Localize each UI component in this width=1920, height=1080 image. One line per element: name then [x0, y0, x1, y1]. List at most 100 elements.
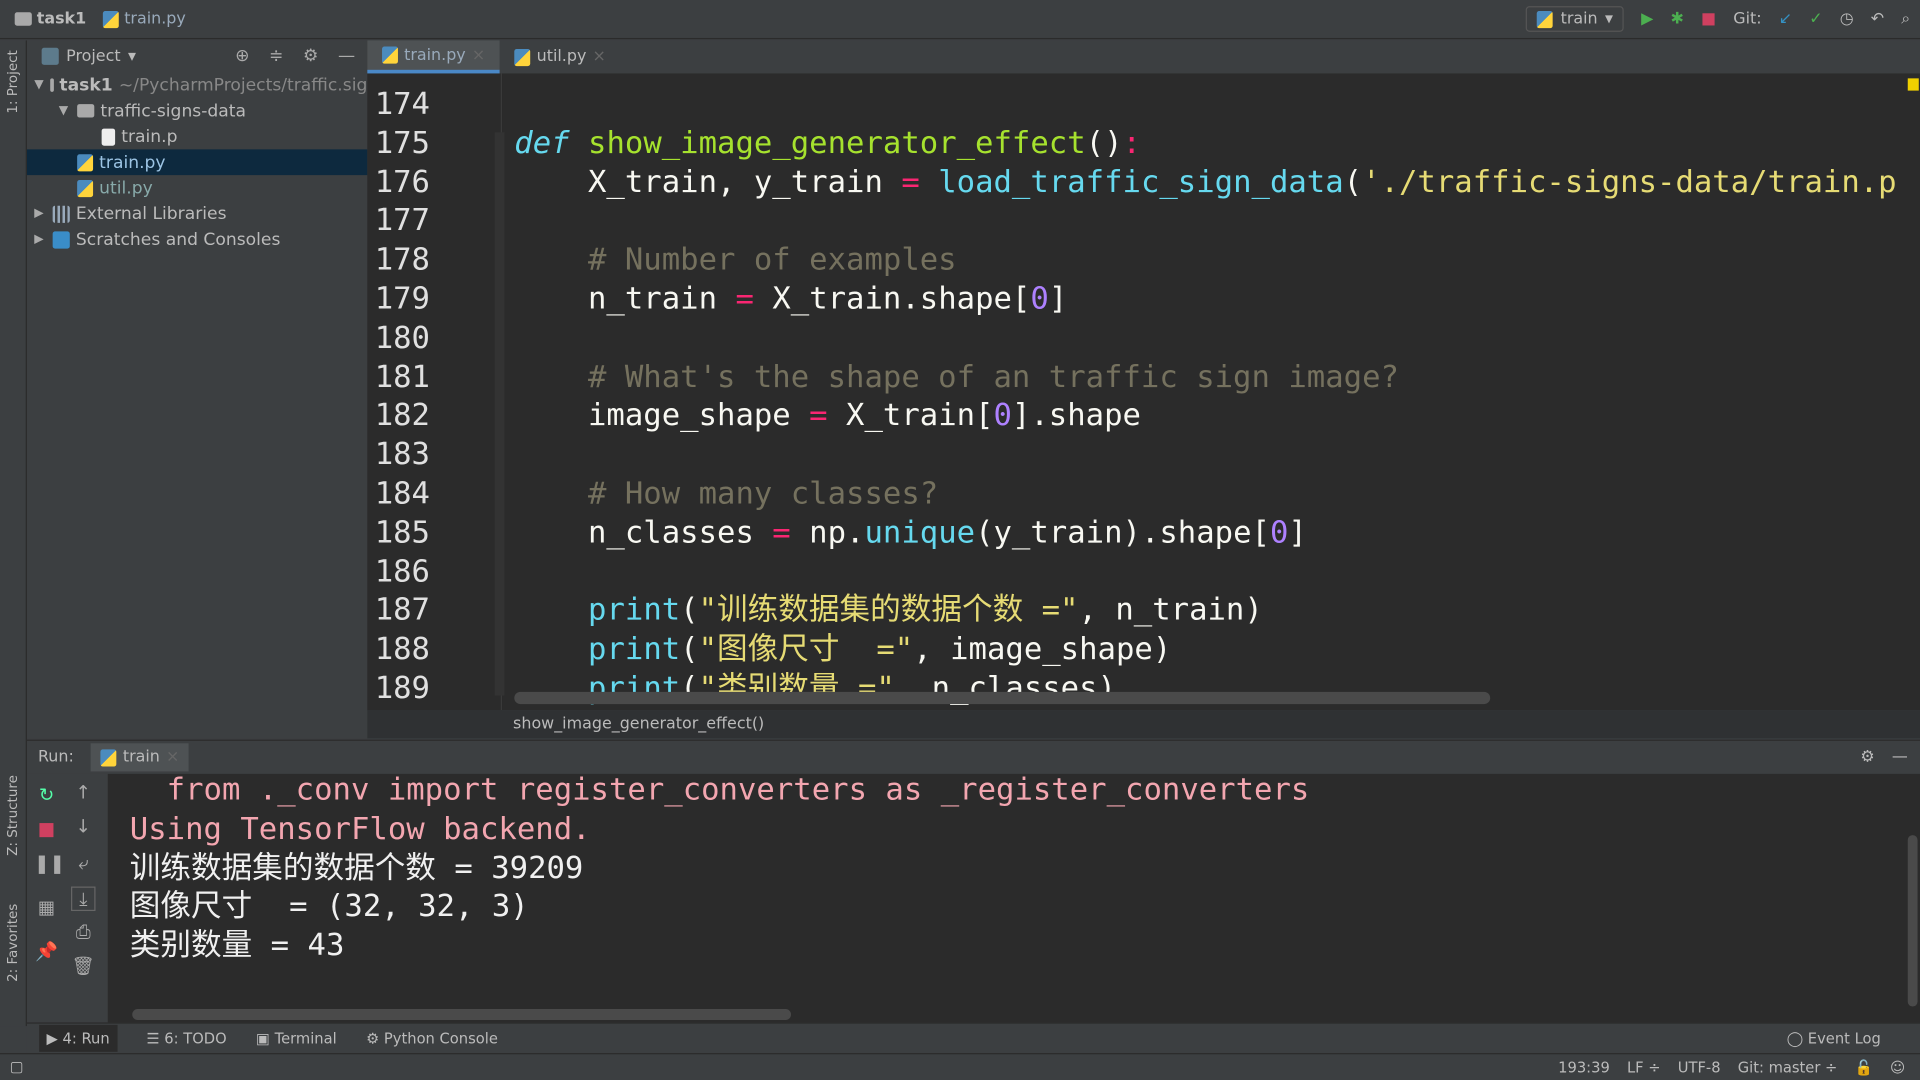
python-console-tool-button[interactable]: ⚙ Python Console: [366, 1030, 498, 1047]
scratch-icon: [52, 230, 70, 248]
editor-breadcrumb[interactable]: show_image_generator_effect(): [367, 710, 1920, 739]
soft-wrap-icon[interactable]: ⤶: [71, 852, 95, 874]
main-toolbar: train ▾ ▶ ✱ ■ Git: ↙ ✓ ◷ ↶ ⌕: [1526, 6, 1910, 32]
hide-icon[interactable]: —: [1892, 748, 1908, 766]
terminal-tool-button[interactable]: ▣ Terminal: [256, 1030, 337, 1047]
rerun-icon[interactable]: ↻: [34, 784, 58, 806]
code-token: ]: [1048, 280, 1068, 316]
project-panel-header: Project ▾ ⊕ ≑ ⚙ —: [27, 40, 367, 72]
title-bar: task1 train.py train ▾ ▶ ✱ ■ Git: ↙ ✓ ◷ ↶…: [0, 0, 1920, 40]
code-line[interactable]: # Number of examples: [514, 240, 957, 279]
code-line[interactable]: print("图像尺寸 =", image_shape): [514, 630, 1171, 669]
code-token: :: [1122, 124, 1141, 161]
tab-label: util.py: [536, 47, 587, 67]
inspector-icon[interactable]: ☺: [1890, 1059, 1905, 1076]
todo-tool-button[interactable]: ☰ 6: TODO: [146, 1030, 226, 1047]
search-icon[interactable]: ⌕: [1901, 10, 1910, 28]
tree-item-label: traffic-signs-data: [100, 101, 247, 121]
event-log-button[interactable]: ◯ Event Log: [1787, 1030, 1881, 1047]
tree-item[interactable]: util.py: [27, 175, 367, 201]
nav-file[interactable]: train.py: [124, 10, 186, 28]
tree-item[interactable]: train.py: [26, 149, 368, 176]
revert-button[interactable]: ↶: [1871, 10, 1884, 28]
scroll-to-end-icon[interactable]: ⤓: [71, 886, 96, 912]
code-token: (y_train).shape[: [975, 514, 1270, 550]
project-view-select[interactable]: Project: [66, 47, 120, 65]
tree-item[interactable]: ▶ External Libraries: [27, 201, 367, 227]
line-number: 189: [374, 669, 430, 706]
stop-icon[interactable]: ■: [34, 818, 58, 840]
structure-tool-button[interactable]: Z: Structure: [5, 775, 21, 856]
hide-icon[interactable]: —: [338, 47, 355, 67]
line-number: 179: [374, 280, 430, 316]
lock-icon[interactable]: 🔓: [1855, 1059, 1873, 1076]
git-commit-button[interactable]: ✓: [1809, 10, 1822, 28]
cursor-position[interactable]: 193:39: [1558, 1059, 1610, 1076]
code-line[interactable]: # What's the shape of an traffic sign im…: [514, 357, 1399, 396]
stop-button[interactable]: ■: [1701, 10, 1716, 28]
code-line[interactable]: n_classes = np.unique(y_train).shape[0]: [514, 513, 1307, 552]
tree-item[interactable]: train.p: [27, 124, 367, 150]
tab-util-py[interactable]: util.py ×: [500, 40, 621, 73]
toggle-tool-windows-icon[interactable]: ▢: [10, 1058, 24, 1075]
tab-train-py[interactable]: train.py ×: [367, 40, 500, 74]
project-tree: ▼ task1 ~/PycharmProjects/traffic.sig ▼ traf…: [26, 72, 368, 253]
line-separator[interactable]: LF ÷: [1627, 1059, 1661, 1076]
run-tool-button[interactable]: ▶ 4: Run: [39, 1024, 118, 1052]
tree-item[interactable]: ▶ Scratches and Consoles: [27, 227, 367, 253]
favorites-tool-button[interactable]: 2: Favorites: [5, 904, 21, 982]
code-line[interactable]: print("训练数据集的数据个数 =", n_train): [514, 591, 1263, 630]
layout-icon[interactable]: ▦: [34, 896, 58, 918]
code-line[interactable]: image_shape = X_train[0].shape: [514, 396, 1141, 435]
code-editor[interactable]: 174 175 def show_image_generator_effect():…: [367, 73, 1920, 711]
editor-horizontal-scrollbar[interactable]: [514, 691, 1491, 705]
trash-icon[interactable]: 🗑: [71, 955, 95, 977]
gear-icon[interactable]: ⚙: [303, 47, 318, 67]
locate-icon[interactable]: ⊕: [235, 47, 249, 67]
code-line[interactable]: n_train = X_train.shape[0]: [514, 279, 1067, 318]
tool-window-bar: ▶ 4: Run ☰ 6: TODO ▣ Terminal ⚙ Python C…: [26, 1022, 1920, 1054]
close-icon[interactable]: ×: [166, 748, 179, 766]
run-config-select[interactable]: train ▾: [1526, 6, 1625, 32]
pin-icon[interactable]: 📌: [34, 940, 58, 962]
line-number: 181: [374, 358, 430, 394]
up-arrow-icon[interactable]: ↑: [71, 781, 95, 803]
file-encoding[interactable]: UTF-8: [1678, 1059, 1721, 1076]
pause-icon[interactable]: ❚❚: [34, 852, 65, 874]
tree-item-label: Scratches and Consoles: [75, 229, 281, 250]
close-icon[interactable]: ×: [472, 46, 485, 64]
nav-project[interactable]: task1: [37, 10, 86, 28]
expanded-arrow-icon[interactable]: ▼: [59, 104, 71, 117]
project-view-icon: [41, 47, 59, 65]
code-token: # Number of examples: [514, 241, 957, 277]
tree-item[interactable]: ▼ traffic-signs-data: [27, 98, 367, 124]
run-tab-train[interactable]: train ×: [90, 743, 190, 772]
run-console[interactable]: from ._conv import register_converters a…: [107, 773, 1920, 1023]
collapsed-arrow-icon[interactable]: ▶: [34, 207, 46, 220]
tree-item[interactable]: ▼ task1 ~/PycharmProjects/traffic.sig: [27, 72, 367, 98]
line-number: 177: [374, 202, 430, 239]
line-number: 188: [374, 630, 430, 667]
code-token: # How many classes?: [514, 475, 939, 511]
collapsed-arrow-icon[interactable]: ▶: [34, 233, 46, 246]
close-icon[interactable]: ×: [593, 48, 606, 66]
code-line[interactable]: # How many classes?: [514, 474, 938, 513]
code-line[interactable]: def show_image_generator_effect():: [514, 123, 1141, 162]
git-update-button[interactable]: ↙: [1779, 10, 1792, 28]
project-tool-button[interactable]: 1: Project: [5, 50, 21, 113]
down-arrow-icon[interactable]: ↓: [71, 816, 95, 838]
code-line[interactable]: X_train, y_train = load_traffic_sign_dat…: [514, 162, 1897, 201]
gear-icon[interactable]: ⚙: [1860, 748, 1874, 766]
expanded-arrow-icon[interactable]: ▼: [34, 78, 43, 91]
run-button[interactable]: ▶: [1641, 10, 1653, 28]
print-icon[interactable]: ⎙: [71, 921, 95, 943]
collapse-all-icon[interactable]: ≑: [269, 47, 283, 67]
console-vertical-scrollbar[interactable]: [1907, 835, 1918, 1007]
debug-button[interactable]: ✱: [1671, 10, 1684, 28]
history-button[interactable]: ◷: [1840, 10, 1854, 28]
project-panel: Project ▾ ⊕ ≑ ⚙ — ▼ task1 ~/PycharmProjects/tr…: [26, 40, 368, 739]
code-token: # What's the shape of an traffic sign im…: [514, 358, 1399, 394]
git-branch[interactable]: Git: master ÷: [1738, 1059, 1838, 1076]
console-horizontal-scrollbar[interactable]: [132, 1008, 792, 1021]
